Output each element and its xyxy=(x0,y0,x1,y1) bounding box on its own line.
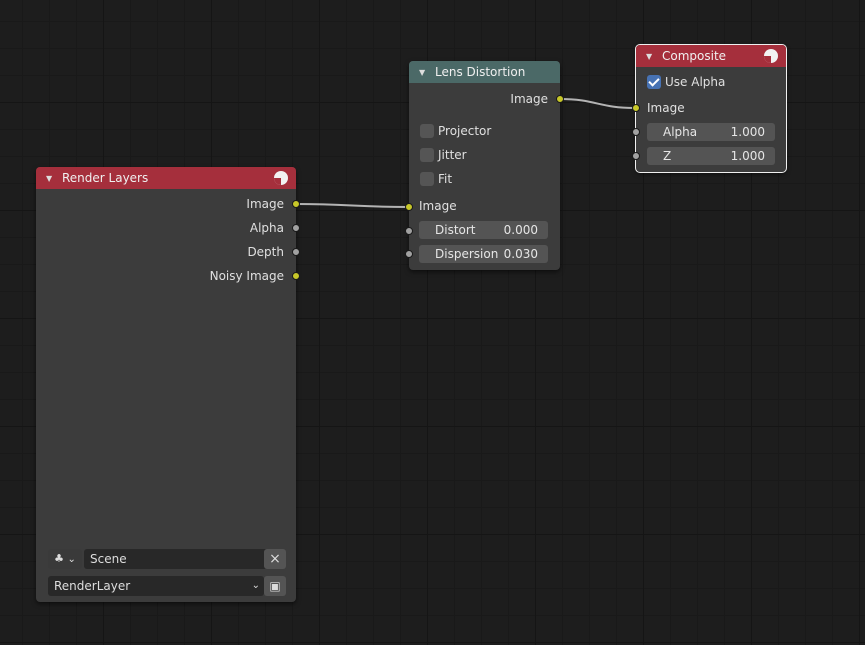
jitter-checkbox[interactable] xyxy=(420,148,434,162)
input-image-label: Image xyxy=(419,199,457,213)
output-depth-socket[interactable] xyxy=(292,248,300,256)
lens-distortion-header[interactable]: ▼ Lens Distortion xyxy=(409,61,560,83)
render-result-icon[interactable] xyxy=(274,171,288,185)
alpha-value: 1.000 xyxy=(730,125,765,139)
clear-scene-button[interactable]: × xyxy=(264,549,286,569)
collapse-triangle-icon[interactable]: ▼ xyxy=(646,52,656,61)
render-layer-select[interactable]: RenderLayer ⌄ xyxy=(48,576,264,596)
fit-label: Fit xyxy=(438,172,453,186)
scene-value: Scene xyxy=(90,552,127,566)
render-result-icon[interactable] xyxy=(764,49,778,63)
scene-field[interactable]: Scene xyxy=(84,549,270,569)
dispersion-label: Dispersion xyxy=(435,247,499,261)
z-value: 1.000 xyxy=(730,149,765,163)
chevron-down-icon: ⌄ xyxy=(67,554,76,565)
link-renderlayers-to-lensdistortion[interactable] xyxy=(295,203,409,208)
node-title: Lens Distortion xyxy=(435,65,526,79)
distort-label: Distort xyxy=(435,223,476,237)
dispersion-value: 0.030 xyxy=(503,247,538,261)
input-distort-socket[interactable] xyxy=(405,227,413,235)
input-dispersion-socket[interactable] xyxy=(405,250,413,258)
input-alpha-socket[interactable] xyxy=(632,128,640,136)
output-noisy-image-socket[interactable] xyxy=(292,272,300,280)
collapse-triangle-icon[interactable]: ▼ xyxy=(419,68,429,77)
node-title: Render Layers xyxy=(62,171,149,185)
z-field[interactable]: Z 1.000 xyxy=(647,147,775,165)
render-layers-header[interactable]: ▼ Render Layers xyxy=(36,167,296,189)
render-layers-node[interactable]: ▼ Render Layers Image Alpha Depth Noisy … xyxy=(36,167,300,602)
distort-value: 0.000 xyxy=(503,223,538,237)
output-alpha-label: Alpha xyxy=(249,221,284,235)
output-image-socket[interactable] xyxy=(556,95,564,103)
use-alpha-label: Use Alpha xyxy=(665,75,726,89)
output-noisy-image-label: Noisy Image xyxy=(209,269,284,283)
projector-checkbox[interactable] xyxy=(420,124,434,138)
output-image-label: Image xyxy=(510,92,548,106)
output-alpha-socket[interactable] xyxy=(292,224,300,232)
link-lensdistortion-to-composite[interactable] xyxy=(559,98,635,109)
dispersion-field[interactable]: Dispersion 0.030 xyxy=(419,245,548,263)
output-image-socket[interactable] xyxy=(292,200,300,208)
node-title: Composite xyxy=(662,49,727,63)
render-layer-browse-icon[interactable]: ▣ xyxy=(264,576,286,596)
output-depth-label: Depth xyxy=(247,245,284,259)
alpha-field[interactable]: Alpha 1.000 xyxy=(647,123,775,141)
chevron-down-icon: ⌄ xyxy=(251,580,260,591)
scene-browse-button[interactable]: ♣ ⌄ xyxy=(48,549,82,569)
output-image-label: Image xyxy=(246,197,284,211)
lens-distortion-node[interactable]: ▼ Lens Distortion Image Projector Jitter… xyxy=(405,61,564,270)
input-image-socket[interactable] xyxy=(405,203,413,211)
input-z-socket[interactable] xyxy=(632,152,640,160)
collapse-triangle-icon[interactable]: ▼ xyxy=(46,174,56,183)
distort-field[interactable]: Distort 0.000 xyxy=(419,221,548,239)
input-image-label: Image xyxy=(647,101,685,115)
scene-data-icon: ♣ xyxy=(54,552,64,565)
render-layer-value: RenderLayer xyxy=(54,579,131,593)
projector-label: Projector xyxy=(438,124,492,138)
composite-node[interactable]: ▼ Composite Use Alpha Image Alpha 1.000 … xyxy=(632,44,787,173)
jitter-label: Jitter xyxy=(438,148,467,162)
z-label: Z xyxy=(663,149,672,163)
fit-checkbox[interactable] xyxy=(420,172,434,186)
input-image-socket[interactable] xyxy=(632,104,640,112)
alpha-label: Alpha xyxy=(663,125,698,139)
composite-header[interactable]: ▼ Composite xyxy=(636,45,786,67)
use-alpha-checkbox[interactable] xyxy=(647,75,661,89)
